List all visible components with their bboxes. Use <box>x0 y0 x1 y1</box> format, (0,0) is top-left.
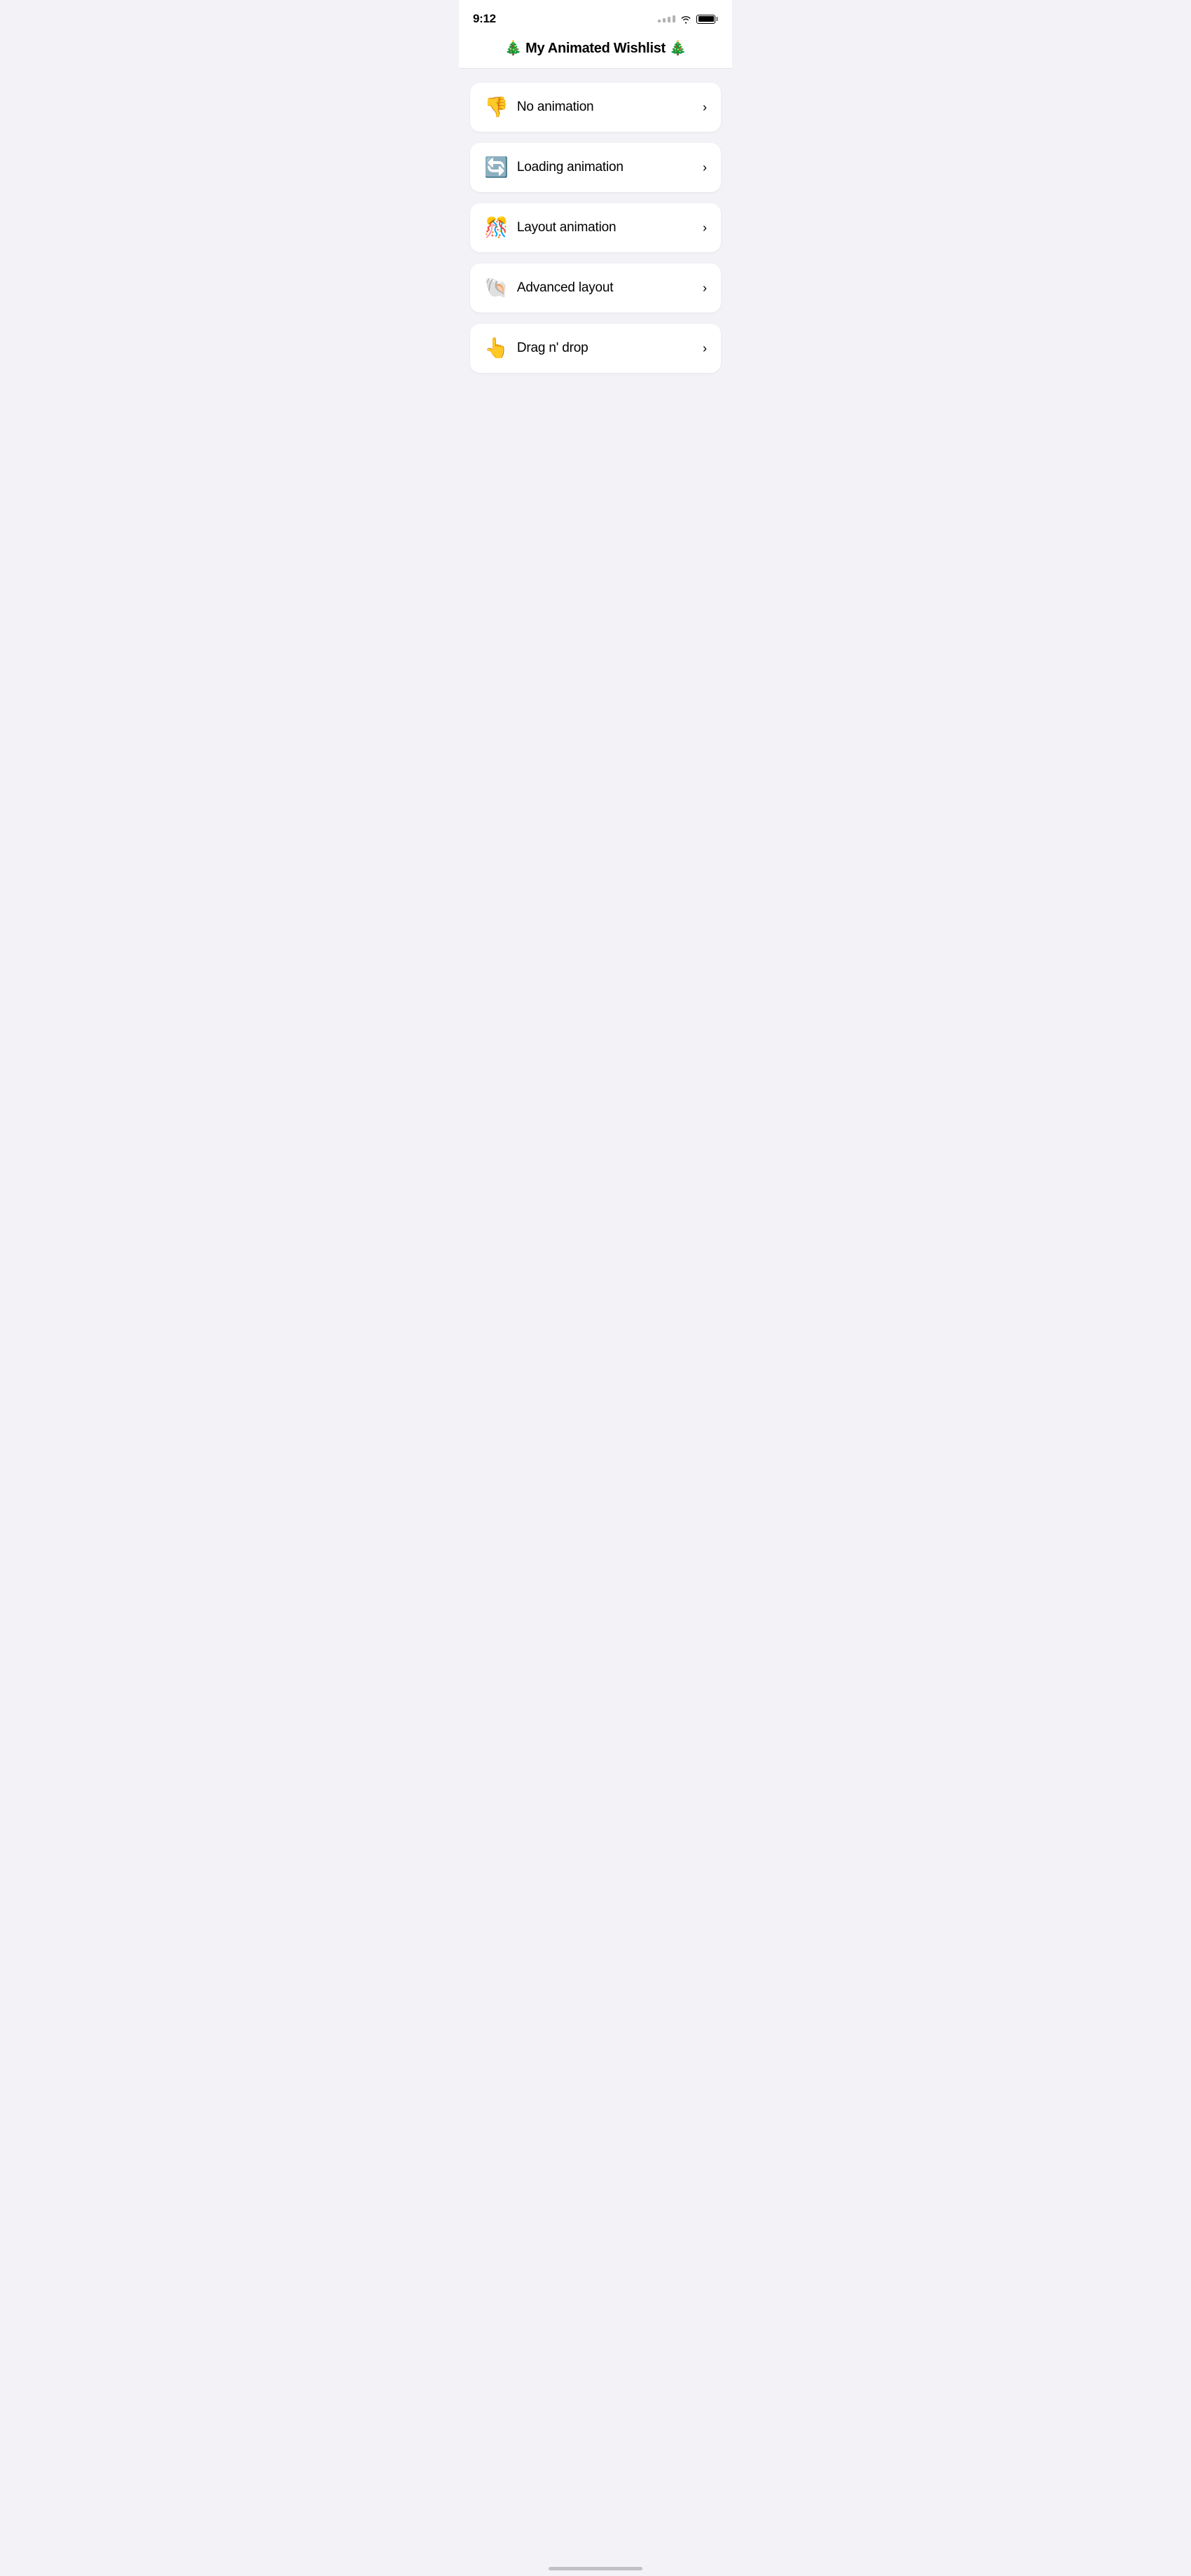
chevron-icon-loading-animation: › <box>703 160 707 175</box>
menu-item-left-advanced-layout: 🐚 Advanced layout <box>484 278 613 298</box>
menu-item-drag-n-drop[interactable]: 👆 Drag n' drop › <box>470 324 721 373</box>
menu-item-left-loading-animation: 🔄 Loading animation <box>484 158 624 177</box>
menu-emoji-drag-n-drop: 👆 <box>484 338 509 358</box>
menu-emoji-advanced-layout: 🐚 <box>484 278 509 298</box>
menu-item-advanced-layout[interactable]: 🐚 Advanced layout › <box>470 263 721 313</box>
menu-label-drag-n-drop: Drag n' drop <box>517 341 588 356</box>
app-title: 🎄 My Animated Wishlist 🎄 <box>473 39 718 57</box>
home-indicator <box>549 2567 642 2570</box>
menu-item-layout-animation[interactable]: 🎊 Layout animation › <box>470 203 721 252</box>
menu-list: 👎 No animation › 🔄 Loading animation › 🎊 Layout… <box>459 69 732 387</box>
menu-label-no-animation: No animation <box>517 100 594 115</box>
status-icons <box>658 15 718 24</box>
menu-item-loading-animation[interactable]: 🔄 Loading animation › <box>470 143 721 192</box>
menu-emoji-no-animation: 👎 <box>484 97 509 117</box>
app-header: 🎄 My Animated Wishlist 🎄 <box>459 34 732 69</box>
menu-item-left-drag-n-drop: 👆 Drag n' drop <box>484 338 588 358</box>
menu-label-layout-animation: Layout animation <box>517 220 617 235</box>
home-indicator-area <box>459 2561 732 2576</box>
chevron-icon-layout-animation: › <box>703 221 707 235</box>
menu-item-left-no-animation: 👎 No animation <box>484 97 593 117</box>
chevron-icon-no-animation: › <box>703 100 707 115</box>
status-bar: 9:12 <box>459 0 732 34</box>
menu-emoji-loading-animation: 🔄 <box>484 158 509 177</box>
menu-item-no-animation[interactable]: 👎 No animation › <box>470 83 721 132</box>
chevron-icon-advanced-layout: › <box>703 281 707 296</box>
menu-label-advanced-layout: Advanced layout <box>517 280 614 296</box>
battery-icon <box>696 15 718 24</box>
menu-label-loading-animation: Loading animation <box>517 160 624 175</box>
menu-emoji-layout-animation: 🎊 <box>484 218 509 238</box>
wifi-icon <box>680 15 692 24</box>
signal-icon <box>658 15 675 22</box>
menu-item-left-layout-animation: 🎊 Layout animation <box>484 218 616 238</box>
chevron-icon-drag-n-drop: › <box>703 341 707 356</box>
status-time: 9:12 <box>473 12 496 26</box>
